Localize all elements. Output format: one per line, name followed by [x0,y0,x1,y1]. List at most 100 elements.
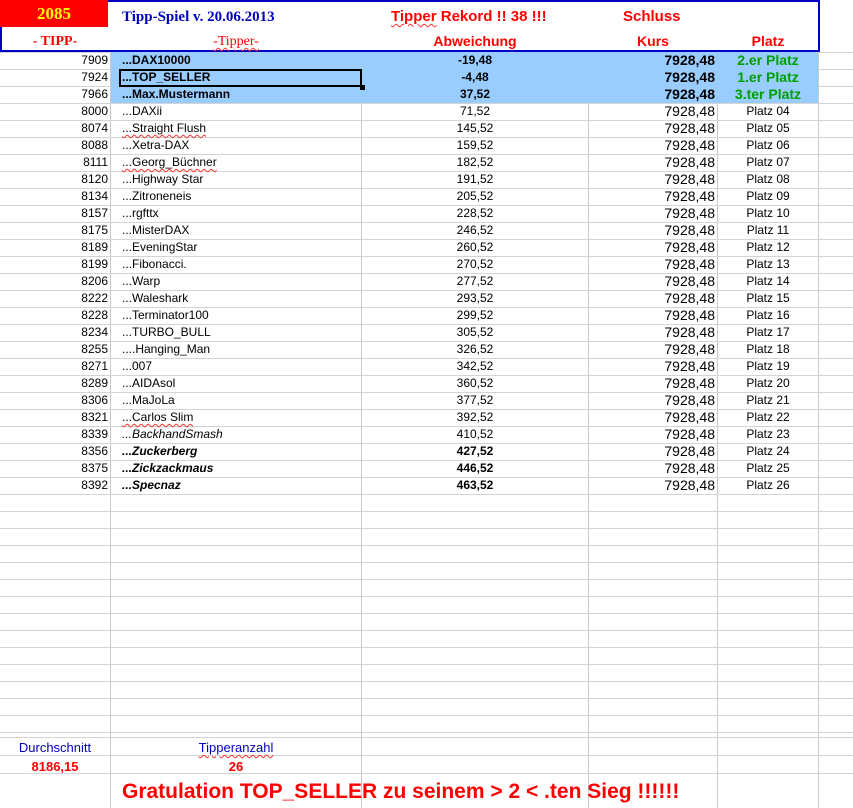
kurs-cell[interactable]: 7928,48 [589,52,715,69]
platz-cell[interactable]: Platz 07 [718,154,818,171]
tipp-cell[interactable]: 8074 [0,120,108,137]
kurs-cell[interactable]: 7928,48 [589,137,715,154]
platz-cell[interactable]: Platz 19 [718,358,818,375]
abweichung-cell[interactable]: 182,52 [362,154,588,171]
platz-cell[interactable]: Platz 08 [718,171,818,188]
platz-cell[interactable]: Platz 15 [718,290,818,307]
kurs-cell[interactable]: 7928,48 [589,426,715,443]
schluss-label[interactable]: Schluss [623,7,681,27]
tipper-name-cell[interactable]: ...007 [122,358,152,375]
platz-cell[interactable]: Platz 18 [718,341,818,358]
platz-cell[interactable]: Platz 14 [718,273,818,290]
kurs-cell[interactable]: 7928,48 [589,324,715,341]
kurs-cell[interactable]: 7928,48 [589,392,715,409]
platz-cell[interactable]: Platz 20 [718,375,818,392]
tipp-cell[interactable]: 8222 [0,290,108,307]
tipperanzahl-value[interactable]: 26 [111,758,361,775]
kurs-cell[interactable]: 7928,48 [589,375,715,392]
kurs-cell[interactable]: 7928,48 [589,409,715,426]
tipp-cell[interactable]: 8199 [0,256,108,273]
tipperanzahl-label[interactable]: Tipperanzahl [111,739,361,756]
kurs-cell[interactable]: 7928,48 [589,290,715,307]
tipp-cell[interactable]: 7966 [0,86,108,103]
tipp-cell[interactable]: 8134 [0,188,108,205]
kurs-cell[interactable]: 7928,48 [589,205,715,222]
abweichung-cell[interactable]: 260,52 [362,239,588,256]
tipp-cell[interactable]: 8175 [0,222,108,239]
kurs-cell[interactable]: 7928,48 [589,341,715,358]
column-header-abweichung[interactable]: Abweichung [362,33,588,50]
kurs-cell[interactable]: 7928,48 [589,103,715,120]
platz-cell[interactable]: Platz 12 [718,239,818,256]
tipp-cell[interactable]: 8157 [0,205,108,222]
abweichung-cell[interactable]: 463,52 [362,477,588,494]
kurs-cell[interactable]: 7928,48 [589,460,715,477]
kurs-cell[interactable]: 7928,48 [589,222,715,239]
tipp-cell[interactable]: 8111 [0,154,108,171]
tipp-cell[interactable]: 8289 [0,375,108,392]
cell-selection[interactable] [119,69,362,87]
tipper-name-cell[interactable]: ...DAX10000 [122,52,191,69]
tipper-name-cell[interactable]: ...Carlos Slim [122,409,193,426]
platz-cell[interactable]: 1.er Platz [718,69,818,86]
tipp-cell[interactable]: 7924 [0,69,108,86]
abweichung-cell[interactable]: -19,48 [362,52,588,69]
abweichung-cell[interactable]: 360,52 [362,375,588,392]
abweichung-cell[interactable]: 228,52 [362,205,588,222]
tipp-cell[interactable]: 8375 [0,460,108,477]
tipper-name-cell[interactable]: ...Specnaz [122,477,181,494]
tipp-cell[interactable]: 7909 [0,52,108,69]
tipper-name-cell[interactable]: ...MisterDAX [122,222,189,239]
kurs-cell[interactable]: 7928,48 [589,154,715,171]
tipper-name-cell[interactable]: ...Georg_Büchner [122,154,217,171]
abweichung-cell[interactable]: 305,52 [362,324,588,341]
tipper-name-cell[interactable]: ...AIDAsol [122,375,175,392]
abweichung-cell[interactable]: 299,52 [362,307,588,324]
abweichung-cell[interactable]: 293,52 [362,290,588,307]
tipp-cell[interactable]: 8234 [0,324,108,341]
platz-cell[interactable]: Platz 13 [718,256,818,273]
platz-cell[interactable]: Platz 11 [718,222,818,239]
kurs-cell[interactable]: 7928,48 [589,358,715,375]
platz-cell[interactable]: Platz 25 [718,460,818,477]
tipper-name-cell[interactable]: ...Zitroneneis [122,188,191,205]
platz-cell[interactable]: Platz 06 [718,137,818,154]
platz-cell[interactable]: Platz 10 [718,205,818,222]
fill-handle[interactable] [360,85,365,90]
abweichung-cell[interactable]: 246,52 [362,222,588,239]
durchschnitt-label[interactable]: Durchschnitt [0,739,110,756]
tipper-name-cell[interactable]: ...Straight Flush [122,120,206,137]
platz-cell[interactable]: 2.er Platz [718,52,818,69]
kurs-cell[interactable]: 7928,48 [589,307,715,324]
tipp-cell[interactable]: 8120 [0,171,108,188]
kurs-cell[interactable]: 7928,48 [589,120,715,137]
abweichung-cell[interactable]: 410,52 [362,426,588,443]
column-header-kurs[interactable]: Kurs [589,33,717,50]
column-header-tipper[interactable]: -Tipper- [111,33,361,50]
tipp-cell[interactable]: 8392 [0,477,108,494]
abweichung-cell[interactable]: 342,52 [362,358,588,375]
kurs-cell[interactable]: 7928,48 [589,69,715,86]
tipper-name-cell[interactable]: ...DAXii [122,103,162,120]
tipp-cell[interactable]: 8356 [0,443,108,460]
tipper-name-cell[interactable]: ...Highway Star [122,171,203,188]
tipp-cell[interactable]: 8339 [0,426,108,443]
kurs-cell[interactable]: 7928,48 [589,188,715,205]
platz-cell[interactable]: Platz 04 [718,103,818,120]
record-text[interactable]: Tipper Rekord !! 38 !!! [391,7,547,27]
abweichung-cell[interactable]: 392,52 [362,409,588,426]
abweichung-cell[interactable]: 270,52 [362,256,588,273]
tipp-cell[interactable]: 8321 [0,409,108,426]
tipp-cell[interactable]: 8206 [0,273,108,290]
tipper-name-cell[interactable]: ...rgfttx [122,205,159,222]
tipper-name-cell[interactable]: ...EveningStar [122,239,197,256]
abweichung-cell[interactable]: 277,52 [362,273,588,290]
platz-cell[interactable]: Platz 22 [718,409,818,426]
kurs-cell[interactable]: 7928,48 [589,477,715,494]
platz-cell[interactable]: 3.ter Platz [718,86,818,103]
platz-cell[interactable]: Platz 24 [718,443,818,460]
platz-cell[interactable]: Platz 26 [718,477,818,494]
tipper-name-cell[interactable]: ...BackhandSmash [122,426,223,443]
tipper-name-cell[interactable]: ...Waleshark [122,290,188,307]
abweichung-cell[interactable]: 326,52 [362,341,588,358]
